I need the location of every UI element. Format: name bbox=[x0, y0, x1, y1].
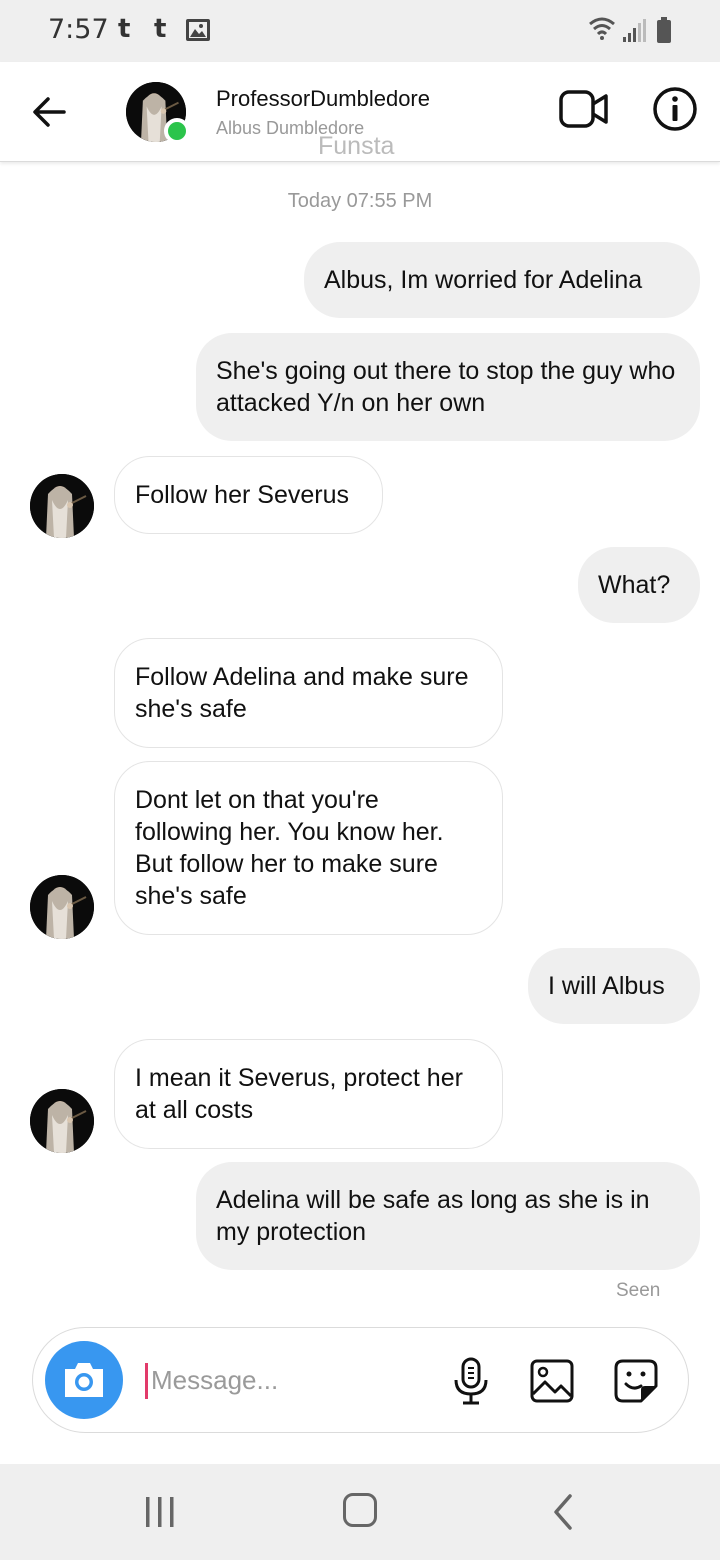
message-bubble-incoming[interactable]: Dont let on that you're following her. Y… bbox=[114, 761, 503, 935]
message-bubble-outgoing[interactable]: Adelina will be safe as long as she is i… bbox=[196, 1162, 700, 1270]
contact-username[interactable]: ProfessorDumbledore bbox=[216, 86, 430, 112]
video-call-icon[interactable] bbox=[558, 88, 610, 130]
camera-icon bbox=[65, 1363, 103, 1397]
message-bubble-incoming[interactable]: Follow her Severus bbox=[114, 456, 383, 534]
message-input[interactable] bbox=[151, 1358, 451, 1402]
microphone-icon[interactable] bbox=[451, 1356, 491, 1406]
conversation-timestamp: Today 07:55 PM bbox=[287, 190, 433, 212]
avatar[interactable] bbox=[30, 875, 94, 939]
avatar[interactable] bbox=[30, 1089, 94, 1153]
info-icon[interactable] bbox=[652, 86, 698, 132]
cellular-signal-icon bbox=[623, 19, 646, 42]
recent-apps-icon[interactable] bbox=[145, 1496, 175, 1528]
back-chevron-icon[interactable] bbox=[548, 1492, 578, 1532]
message-bubble-incoming[interactable]: Follow Adelina and make sure she's safe bbox=[114, 638, 503, 748]
battery-icon bbox=[657, 17, 671, 43]
message-composer bbox=[32, 1327, 689, 1433]
status-time: 7:57 bbox=[48, 14, 109, 45]
tumblr-notification-icon: t bbox=[118, 14, 131, 44]
home-icon[interactable] bbox=[343, 1493, 377, 1527]
system-navigation-bar bbox=[0, 1464, 720, 1560]
avatar[interactable] bbox=[30, 474, 94, 538]
tumblr-notification-icon-2: t bbox=[154, 14, 167, 44]
sticker-icon[interactable] bbox=[611, 1356, 661, 1406]
gallery-notification-icon bbox=[186, 19, 210, 41]
online-status-indicator bbox=[164, 118, 190, 144]
seen-receipt: Seen bbox=[616, 1280, 661, 1301]
message-bubble-outgoing[interactable]: She's going out there to stop the guy wh… bbox=[196, 333, 700, 441]
arrow-left-icon[interactable] bbox=[30, 92, 70, 132]
watermark-text: Funsta bbox=[318, 132, 395, 160]
text-cursor bbox=[145, 1363, 148, 1399]
image-icon[interactable] bbox=[529, 1358, 575, 1404]
chat-header: ProfessorDumbledore Albus Dumbledore Fun… bbox=[0, 62, 720, 162]
status-bar: 7:57 t t bbox=[0, 0, 720, 62]
message-bubble-outgoing[interactable]: Albus, Im worried for Adelina bbox=[304, 242, 700, 318]
contact-avatar-container[interactable] bbox=[126, 82, 190, 144]
wifi-icon bbox=[589, 17, 615, 40]
message-bubble-incoming[interactable]: I mean it Severus, protect her at all co… bbox=[114, 1039, 503, 1149]
message-bubble-outgoing[interactable]: What? bbox=[578, 547, 700, 623]
message-bubble-outgoing[interactable]: I will Albus bbox=[528, 948, 700, 1024]
camera-button[interactable] bbox=[45, 1341, 123, 1419]
